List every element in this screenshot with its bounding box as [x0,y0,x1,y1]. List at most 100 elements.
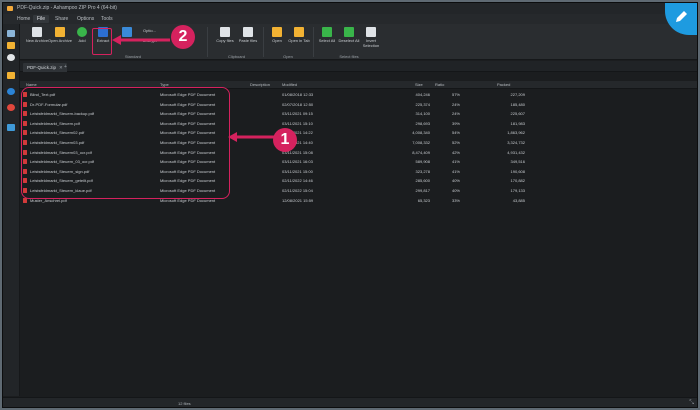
pencil-icon [676,11,687,22]
deselect-all-button[interactable]: Deselect All [337,26,361,52]
file-ratio: 24% [451,101,460,107]
arrow-to-extract-icon [112,35,170,45]
window-title: PDF-Quick.zip - Ashampoo ZIP Pro 4 (64-b… [17,5,117,11]
file-ratio: 41% [451,168,460,174]
ribbon-separator [263,27,264,57]
file-ratio: 57% [451,92,460,97]
file-packed: 181,983 [510,120,525,126]
new-archive-button[interactable]: New Archive [25,26,49,52]
file-packed: 225,607 [510,111,525,117]
resize-grip-icon[interactable]: ⤡ [689,400,694,407]
file-size: 299,817 [415,187,430,193]
file-size: 314,100 [415,111,430,117]
copy-icon [220,27,230,37]
file-packed: 1,863,962 [507,130,525,136]
invert-selection-button[interactable]: Invert Selection [359,26,383,52]
copy-files-button[interactable]: Copy files [213,26,237,52]
callout-badge-2: 2 [171,25,195,49]
group-select-files-label: Select files [339,54,359,59]
sidebar-cloud-icon[interactable] [7,88,15,95]
file-list-highlight [21,87,230,199]
menu-file[interactable]: File [33,15,50,23]
new-tab-icon[interactable]: + [64,63,67,72]
file-packed: 170,882 [510,178,525,184]
sidebar [3,24,20,396]
file-ratio: 33% [451,197,460,203]
file-modified: 03/11/2021 09:15 [282,111,313,117]
paste-files-button[interactable]: Paste files [236,26,260,52]
file-ratio: 24% [451,111,460,117]
file-modified: 02/11/2022 14:46 [282,178,313,184]
select-all-button[interactable]: Select All [315,26,339,52]
file-ratio: 41% [451,159,460,165]
file-modified: 03/11/2021 15:00 [282,168,313,174]
app-icon [7,6,13,11]
open-archive-icon [55,27,65,37]
status-text: 12 files [178,401,191,406]
sidebar-disc-icon[interactable] [7,54,15,61]
close-tab-icon[interactable]: ✕ [59,65,63,70]
file-packed: 185,480 [510,101,525,107]
col-packed[interactable]: Packed [497,81,510,89]
open-archive-button[interactable]: Open Archive [48,26,72,52]
file-modified: 01/08/2018 12:33 [282,92,314,97]
menu-options[interactable]: Options [73,15,98,23]
file-ratio: 52% [451,139,460,145]
status-bar: 12 files ⤡ [3,397,697,407]
open-button[interactable]: Open [265,26,289,52]
menu-bar: Home File Share Options Tools [3,14,697,24]
folder-open-icon [272,27,282,37]
select-all-icon [322,27,332,37]
file-packed: 179,133 [510,187,525,193]
file-modified: 03/11/2021 16:03 [282,159,313,165]
col-size[interactable]: Size [415,81,423,89]
tab-archive[interactable]: PDF-Quick.zip ✕ [23,63,67,72]
extract-highlight [92,28,112,55]
file-size: 323,278 [415,168,430,174]
file-size: 298,693 [415,120,430,126]
file-packed: 190,608 [510,168,525,174]
menu-tools[interactable]: Tools [97,15,117,23]
ribbon-separator [207,27,208,57]
file-packed: 227,209 [510,92,525,97]
file-packed: 3,324,732 [507,139,525,145]
paste-icon [243,27,253,37]
file-size: 8,474,409 [412,149,430,155]
sidebar-card-icon[interactable] [7,124,15,131]
sidebar-archive-icon[interactable] [7,72,15,79]
file-modified: 02/11/2022 15:04 [282,187,313,193]
sidebar-folder-icon[interactable] [7,42,15,49]
file-ratio: 40% [451,187,460,193]
menu-share[interactable]: Share [51,15,72,23]
file-packed: 349,516 [510,159,525,165]
callout-badge-1: 1 [273,128,297,152]
add-icon [77,27,87,37]
open-in-tab-button[interactable]: Open in Tab [287,26,311,52]
sidebar-home-icon[interactable] [7,30,15,37]
invert-selection-icon [366,27,376,37]
ribbon-separator [313,27,314,57]
sidebar-security-icon[interactable] [7,104,15,111]
col-ratio[interactable]: Ratio [435,81,444,89]
col-modified[interactable]: Modified [282,81,297,89]
tab-bar: PDF-Quick.zip ✕ + [20,61,697,72]
file-modified: 12/08/2021 15:59 [282,197,314,203]
file-ratio: 40% [451,178,460,184]
title-bar: PDF-Quick.zip - Ashampoo ZIP Pro 4 (64-b… [3,3,697,14]
file-size: 65,323 [417,197,430,203]
group-open-label: Open [283,54,293,59]
menu-home[interactable]: Home [13,15,34,23]
options-button[interactable]: Optio... [143,28,156,33]
file-size: 225,374 [415,101,430,107]
file-ratio: 42% [451,149,460,155]
file-packed: 43,885 [512,197,525,203]
col-description[interactable]: Description [250,81,270,89]
app-window: PDF-Quick.zip - Ashampoo ZIP Pro 4 (64-b… [2,2,698,408]
file-size: 7,008,332 [412,139,430,145]
file-ratio: 54% [451,130,460,136]
file-size: 404,246 [415,92,430,97]
file-size: 4,008,340 [412,130,430,136]
file-size: 589,908 [415,159,430,165]
file-modified: 03/11/2021 15:10 [282,120,313,126]
arrow-to-list-icon [228,132,276,142]
